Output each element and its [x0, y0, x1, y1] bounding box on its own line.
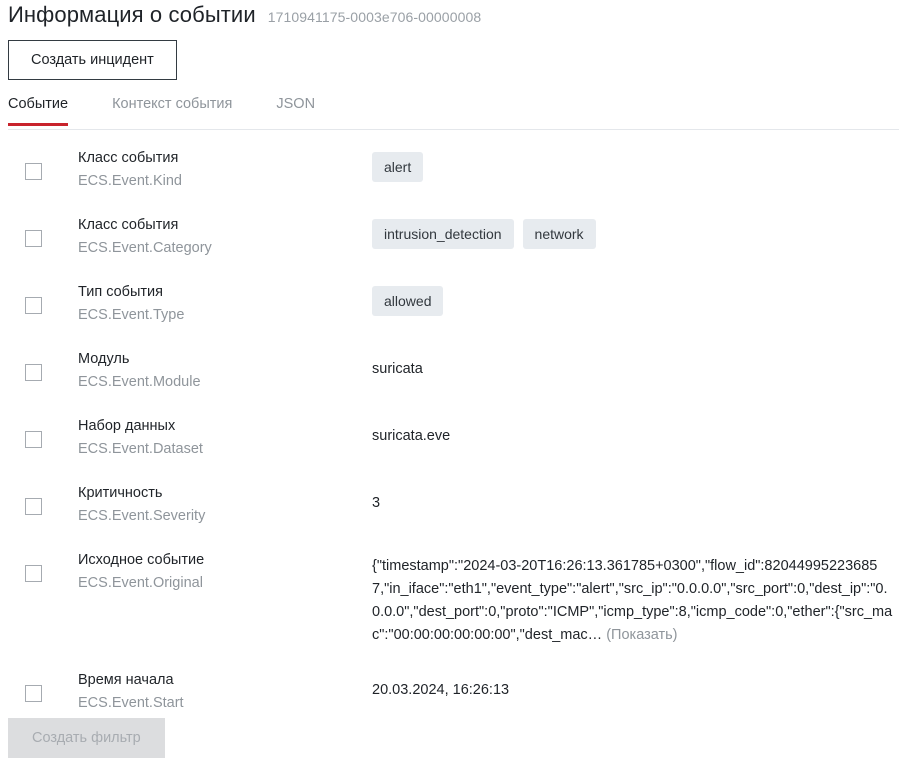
- tabs-divider: [8, 129, 899, 130]
- row-value-cell: allowed: [372, 281, 899, 316]
- row-checkbox-cell: [0, 214, 78, 247]
- chip-group: allowed: [372, 282, 895, 316]
- tab-bar: Событие Контекст события JSON: [0, 94, 899, 130]
- row-value-cell: alert: [372, 147, 899, 182]
- row-checkbox-cell: [0, 348, 78, 381]
- table-row: Модуль ECS.Event.Module suricata: [0, 337, 899, 404]
- row-checkbox-cell: [0, 482, 78, 515]
- page-title: Информация о событии: [8, 2, 256, 27]
- row-label-cell: Критичность ECS.Event.Severity: [78, 482, 372, 527]
- event-field-list: Класс события ECS.Event.Kind alert Класс…: [0, 130, 899, 725]
- field-path: ECS.Event.Category: [78, 240, 212, 256]
- row-checkbox[interactable]: [25, 431, 42, 448]
- row-value-cell: suricata.eve: [372, 415, 899, 447]
- field-label: Класс события: [78, 217, 179, 233]
- toolbar: Создать инцидент: [0, 34, 899, 80]
- field-path: ECS.Event.Dataset: [78, 441, 203, 457]
- row-checkbox[interactable]: [25, 364, 42, 381]
- field-path: ECS.Event.Severity: [78, 508, 206, 524]
- field-label: Критичность: [78, 485, 163, 501]
- field-value: suricata: [372, 361, 423, 377]
- tab-json[interactable]: JSON: [276, 94, 315, 126]
- row-label-cell: Модуль ECS.Event.Module: [78, 348, 372, 393]
- table-row: Класс события ECS.Event.Kind alert: [0, 136, 899, 203]
- row-checkbox[interactable]: [25, 685, 42, 702]
- row-checkbox[interactable]: [25, 498, 42, 515]
- row-checkbox[interactable]: [25, 163, 42, 180]
- table-row: Исходное событие ECS.Event.Original {"ti…: [0, 538, 899, 658]
- row-value-cell: {"timestamp":"2024-03-20T16:26:13.361785…: [372, 549, 899, 647]
- row-checkbox[interactable]: [25, 230, 42, 247]
- row-checkbox-cell: [0, 415, 78, 448]
- page-header: Информация о событии 1710941175-0003e706…: [0, 0, 899, 34]
- table-row: Тип события ECS.Event.Type allowed: [0, 270, 899, 337]
- value-chip[interactable]: network: [522, 219, 596, 249]
- create-incident-button[interactable]: Создать инцидент: [8, 40, 177, 80]
- tab-event[interactable]: Событие: [8, 94, 69, 126]
- row-label-cell: Время начала ECS.Event.Start: [78, 669, 372, 714]
- field-value: 3: [372, 495, 381, 511]
- field-label: Тип события: [78, 284, 163, 300]
- table-row: Время начала ECS.Event.Start 20.03.2024,…: [0, 658, 899, 725]
- event-id: 1710941175-0003e706-00000008: [267, 9, 482, 25]
- field-path: ECS.Event.Original: [78, 575, 203, 591]
- row-label-cell: Тип события ECS.Event.Type: [78, 281, 372, 326]
- table-row: Набор данных ECS.Event.Dataset suricata.…: [0, 404, 899, 471]
- table-row: Класс события ECS.Event.Category intrusi…: [0, 203, 899, 270]
- field-value: suricata.eve: [372, 428, 451, 444]
- row-checkbox[interactable]: [25, 565, 42, 582]
- row-checkbox-cell: [0, 147, 78, 180]
- chip-group: intrusion_detection network: [372, 215, 895, 249]
- chip-group: alert: [372, 148, 895, 182]
- value-chip[interactable]: intrusion_detection: [372, 219, 514, 249]
- field-label: Модуль: [78, 351, 130, 367]
- footer-bar: Создать фильтр: [8, 718, 165, 758]
- row-value-cell: suricata: [372, 348, 899, 380]
- row-value-cell: 20.03.2024, 16:26:13: [372, 669, 899, 701]
- row-checkbox-cell: [0, 281, 78, 314]
- original-event-value: {"timestamp":"2024-03-20T16:26:13.361785…: [372, 550, 895, 647]
- field-path: ECS.Event.Start: [78, 695, 184, 711]
- table-row: Критичность ECS.Event.Severity 3: [0, 471, 899, 538]
- row-value-cell: 3: [372, 482, 899, 514]
- row-label-cell: Класс события ECS.Event.Category: [78, 214, 372, 259]
- field-path: ECS.Event.Type: [78, 307, 185, 323]
- row-checkbox-cell: [0, 549, 78, 582]
- value-chip[interactable]: alert: [372, 152, 424, 182]
- create-filter-button[interactable]: Создать фильтр: [8, 718, 165, 758]
- field-path: ECS.Event.Module: [78, 374, 201, 390]
- value-chip[interactable]: allowed: [372, 286, 444, 316]
- row-checkbox-cell: [0, 669, 78, 702]
- field-value: 20.03.2024, 16:26:13: [372, 682, 510, 698]
- field-path: ECS.Event.Kind: [78, 173, 182, 189]
- field-label: Исходное событие: [78, 552, 205, 568]
- field-label: Класс события: [78, 150, 179, 166]
- row-label-cell: Набор данных ECS.Event.Dataset: [78, 415, 372, 460]
- tab-event-context[interactable]: Контекст события: [112, 94, 232, 126]
- field-label: Время начала: [78, 672, 174, 688]
- row-label-cell: Класс события ECS.Event.Kind: [78, 147, 372, 192]
- row-label-cell: Исходное событие ECS.Event.Original: [78, 549, 372, 594]
- show-more-link[interactable]: (Показать): [606, 627, 677, 643]
- row-value-cell: intrusion_detection network: [372, 214, 899, 249]
- field-label: Набор данных: [78, 418, 176, 434]
- row-checkbox[interactable]: [25, 297, 42, 314]
